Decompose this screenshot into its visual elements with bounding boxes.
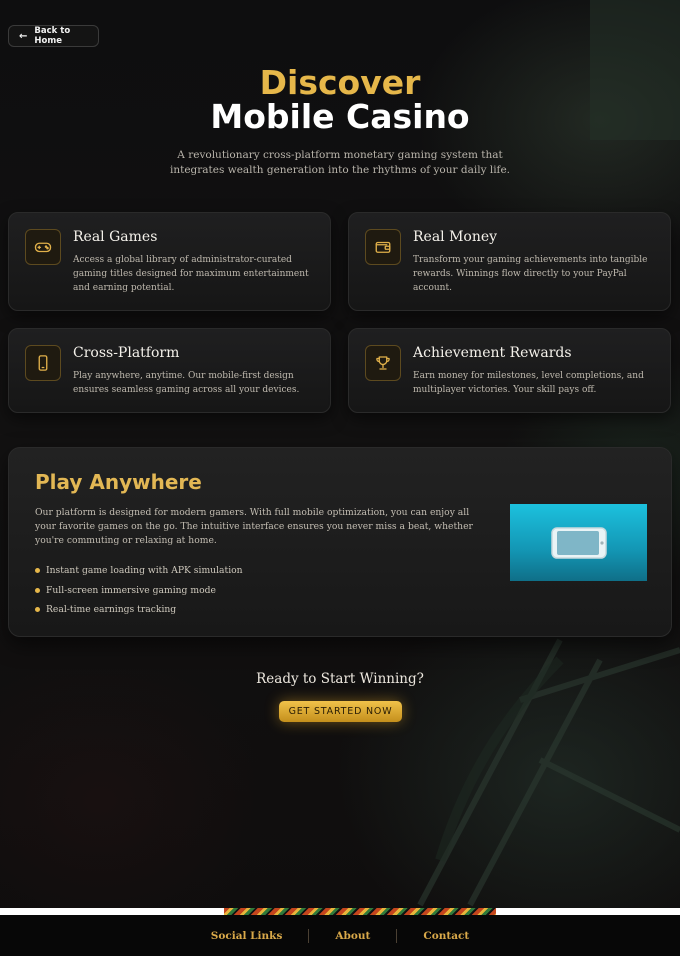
feature-card-real-games: Real Games Access a global library of ad… [8, 212, 331, 311]
wallet-icon [365, 229, 401, 265]
hero-title-line2: Mobile Casino [210, 97, 470, 136]
kente-pattern-strip [224, 908, 496, 915]
hero-title-line1: Discover [259, 63, 421, 102]
feature-card-cross-platform: Cross-Platform Play anywhere, anytime. O… [8, 328, 331, 413]
feature-description: Access a global library of administrator… [73, 255, 309, 293]
feature-title: Real Money [413, 229, 498, 245]
list-item: Full-screen immersive gaming mode [35, 581, 243, 601]
feature-card-achievement-rewards: Achievement Rewards Earn money for miles… [348, 328, 671, 413]
bullet-dot-icon [35, 587, 40, 593]
back-to-home-button[interactable]: ← Back to Home [8, 25, 99, 47]
cta-heading: Ready to Start Winning? [256, 671, 424, 687]
arrow-left-icon: ← [19, 30, 28, 42]
footer-link-about[interactable]: About [309, 929, 396, 943]
list-item: Instant game loading with APK simulation [35, 561, 243, 581]
play-anywhere-description: Our platform is designed for modern game… [35, 507, 473, 546]
phone-landscape-icon [550, 526, 607, 559]
gamepad-icon [25, 229, 61, 265]
feature-title: Achievement Rewards [413, 345, 572, 361]
bullet-text: Real-time earnings tracking [46, 604, 177, 616]
phone-illustration [510, 504, 647, 581]
play-anywhere-bullets: Instant game loading with APK simulation… [35, 561, 243, 620]
bullet-text: Instant game loading with APK simulation [46, 565, 243, 577]
smartphone-icon [25, 345, 61, 381]
get-started-button[interactable]: GET STARTED NOW [279, 701, 402, 722]
feature-title: Cross-Platform [73, 345, 180, 361]
bullet-dot-icon [35, 607, 40, 613]
feature-description: Play anywhere, anytime. Our mobile-first… [73, 371, 300, 395]
feature-description: Earn money for milestones, level complet… [413, 371, 644, 395]
back-to-home-label: Back to Home [34, 26, 71, 46]
footer-link-contact[interactable]: Contact [397, 929, 495, 943]
list-item: Real-time earnings tracking [35, 600, 243, 620]
feature-title: Real Games [73, 229, 158, 245]
hero-subtitle: A revolutionary cross-platform monetary … [170, 149, 510, 176]
feature-description: Transform your gaming achievements into … [413, 255, 648, 293]
play-anywhere-section: Play Anywhere Our platform is designed f… [8, 447, 672, 637]
bullet-text: Full-screen immersive gaming mode [46, 584, 216, 596]
hero-title: Discover Mobile Casino [0, 66, 680, 134]
footer-link-social[interactable]: Social Links [185, 929, 309, 943]
footer: Social Links About Contact [0, 915, 680, 956]
play-anywhere-title: Play Anywhere [35, 470, 202, 494]
trophy-icon [365, 345, 401, 381]
feature-card-real-money: Real Money Transform your gaming achieve… [348, 212, 671, 311]
bullet-dot-icon [35, 568, 40, 574]
